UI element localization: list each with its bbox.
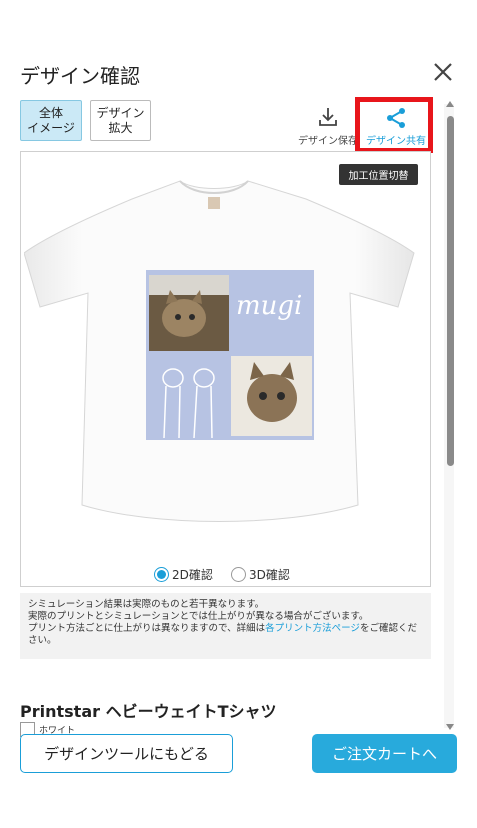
- tab-whole-image[interactable]: 全体 イメージ: [20, 100, 82, 141]
- mode-3d-label: 3D確認: [249, 568, 290, 582]
- order-cart-button[interactable]: ご注文カートへ: [312, 734, 457, 773]
- tab-whole-image-line2: イメージ: [27, 120, 75, 135]
- design-mugi-text: mugi: [236, 291, 302, 321]
- product-name: Printstar ヘビーウェイトTシャツ: [20, 702, 277, 721]
- scroll-down-arrow-icon[interactable]: [446, 724, 454, 730]
- tab-design-zoom-line2: 拡大: [108, 120, 133, 135]
- back-to-design-tool-button[interactable]: デザインツールにもどる: [20, 734, 233, 773]
- page-title: デザイン確認: [20, 64, 140, 88]
- print-method-link[interactable]: 各プリント方法ページ: [265, 623, 360, 634]
- mode-3d-option[interactable]: 3D確認: [231, 566, 290, 583]
- notice-line-2: 実際のプリントとシミュレーションとでは仕上がりが異なる場合がございます。: [28, 611, 369, 622]
- simulation-notice: シミュレーション結果は実際のものと若干異なります。 実際のプリントとシミュレーシ…: [20, 593, 431, 659]
- tab-design-zoom-line1: デザイン: [96, 105, 145, 120]
- share-highlight-box: [355, 97, 433, 153]
- radio-2d[interactable]: [154, 567, 169, 582]
- scrollbar-thumb[interactable]: [447, 116, 454, 466]
- download-icon: [319, 108, 337, 126]
- radio-3d[interactable]: [231, 567, 246, 582]
- notice-line-1: シミュレーション結果は実際のものと若干異なります。: [28, 599, 265, 610]
- print-design: mugi: [146, 270, 314, 440]
- tab-whole-image-line1: 全体: [38, 105, 63, 120]
- design-save-label: デザイン保存: [298, 136, 358, 147]
- scroll-up-arrow-icon[interactable]: [446, 101, 454, 107]
- mode-2d-option[interactable]: 2D確認: [154, 566, 213, 583]
- notice-line-3: プリント方法ごとに仕上がりは異なりますので、詳細は各プリント方法ページをご確認く…: [28, 623, 423, 647]
- notice-line-3-pre: プリント方法ごとに仕上がりは異なりますので、詳細は: [28, 623, 266, 634]
- tab-design-zoom[interactable]: デザイン 拡大: [90, 100, 151, 141]
- mode-2d-label: 2D確認: [172, 568, 213, 582]
- close-icon[interactable]: [432, 61, 454, 83]
- tshirt-preview: mugi: [24, 180, 415, 522]
- design-save-button[interactable]: デザイン保存: [294, 106, 362, 147]
